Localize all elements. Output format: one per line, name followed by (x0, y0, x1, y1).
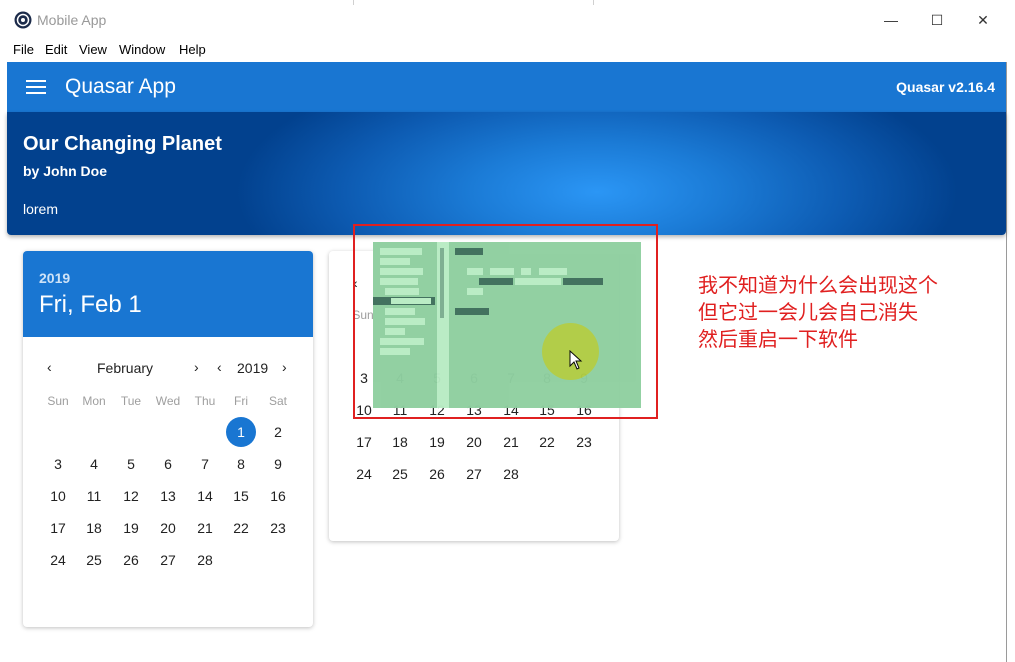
weekday-label: Tue (120, 394, 142, 408)
close-button[interactable]: ✕ (960, 8, 1006, 32)
date-picker: 2019 Fri, Feb 1 ‹ February › ‹ 2019 › Su… (23, 251, 313, 627)
maximize-button[interactable]: ☐ (914, 8, 960, 32)
day-button[interactable]: 12 (116, 481, 146, 511)
menubar: File Edit View Window Help (0, 40, 1015, 62)
day-button[interactable]: 14 (190, 481, 220, 511)
day-button[interactable]: 24 (43, 545, 73, 575)
day-button[interactable]: 11 (79, 481, 109, 511)
window-frame-edge (1006, 62, 1007, 662)
day-button[interactable]: 18 (79, 513, 109, 543)
day-button[interactable]: 26 (116, 545, 146, 575)
day-button[interactable]: 21 (496, 427, 526, 457)
day-button[interactable]: 19 (116, 513, 146, 543)
day-button[interactable]: 22 (226, 513, 256, 543)
annotation-highlight-box (353, 224, 658, 419)
banner-subtitle: by John Doe (23, 163, 108, 179)
menu-edit[interactable]: Edit (45, 42, 67, 57)
day-button[interactable]: 17 (43, 513, 73, 543)
day-button[interactable]: 8 (226, 449, 256, 479)
day-button[interactable]: 20 (459, 427, 489, 457)
day-button[interactable]: 10 (43, 481, 73, 511)
weekday-label: Thu (194, 394, 216, 408)
year-label[interactable]: 2019 (39, 270, 70, 286)
day-button[interactable]: 9 (263, 449, 293, 479)
window-titlebar: Mobile App — ☐ ✕ (0, 0, 1015, 40)
window-title: Mobile App (37, 12, 107, 28)
day-button[interactable]: 25 (385, 459, 415, 489)
day-button[interactable]: 28 (496, 459, 526, 489)
date-picker-header: 2019 Fri, Feb 1 (23, 251, 313, 337)
day-button[interactable]: 23 (569, 427, 599, 457)
background-tab-edges (0, 0, 1015, 6)
day-button[interactable]: 25 (79, 545, 109, 575)
menu-icon[interactable] (26, 80, 46, 94)
day-button[interactable]: 26 (422, 459, 452, 489)
menu-window[interactable]: Window (119, 42, 165, 57)
day-button[interactable]: 24 (349, 459, 379, 489)
menu-view[interactable]: View (79, 42, 107, 57)
day-button[interactable]: 21 (190, 513, 220, 543)
menu-file[interactable]: File (13, 42, 34, 57)
day-button[interactable]: 19 (422, 427, 452, 457)
next-month-button[interactable]: › (194, 359, 199, 375)
next-year-button[interactable]: › (282, 359, 287, 375)
annotation-line: 我不知道为什么会出现这个 (698, 273, 938, 297)
annotation-text: 我不知道为什么会出现这个 但它过一会儿会自己消失 然后重启一下软件 (698, 272, 938, 353)
year-nav-label[interactable]: 2019 (237, 360, 268, 376)
day-button[interactable]: 7 (190, 449, 220, 479)
day-button[interactable]: 15 (226, 481, 256, 511)
selected-date-label[interactable]: Fri, Feb 1 (39, 291, 142, 319)
banner-text: lorem (23, 201, 59, 217)
weekday-label: Sun (47, 394, 69, 408)
toolbar-title: Quasar App (65, 75, 176, 98)
annotation-line: 但它过一会儿会自己消失 (698, 300, 918, 324)
banner-title: Our Changing Planet (23, 133, 222, 155)
version-label: Quasar v2.16.4 (896, 79, 995, 95)
day-button[interactable]: 18 (385, 427, 415, 457)
weekday-label: Sat (268, 394, 287, 408)
app-toolbar: Quasar App Quasar v2.16.4 (7, 62, 1006, 112)
prev-year-button[interactable]: ‹ (217, 359, 222, 375)
weekday-label: Mon (82, 394, 106, 408)
day-button[interactable]: 6 (153, 449, 183, 479)
day-button[interactable]: 4 (79, 449, 109, 479)
day-button[interactable]: 27 (459, 459, 489, 489)
day-button[interactable]: 5 (116, 449, 146, 479)
day-button[interactable]: 28 (190, 545, 220, 575)
day-button[interactable]: 22 (532, 427, 562, 457)
menu-help[interactable]: Help (179, 42, 206, 57)
day-button[interactable]: 16 (263, 481, 293, 511)
day-button[interactable]: 27 (153, 545, 183, 575)
month-label[interactable]: February (97, 360, 153, 376)
app-icon (14, 11, 32, 29)
annotation-line: 然后重启一下软件 (698, 327, 858, 351)
minimize-button[interactable]: — (868, 8, 914, 32)
day-button[interactable]: 3 (43, 449, 73, 479)
weekday-label: Fri (234, 394, 248, 408)
day-button[interactable]: 2 (263, 417, 293, 447)
prev-month-button[interactable]: ‹ (47, 359, 52, 375)
day-button[interactable]: 13 (153, 481, 183, 511)
day-button[interactable]: 23 (263, 513, 293, 543)
hero-banner: Our Changing Planet by John Doe lorem (7, 112, 1006, 235)
weekday-label: Wed (155, 394, 181, 408)
selected-day-button[interactable]: 1 (226, 417, 256, 447)
day-button[interactable]: 17 (349, 427, 379, 457)
day-button[interactable]: 20 (153, 513, 183, 543)
